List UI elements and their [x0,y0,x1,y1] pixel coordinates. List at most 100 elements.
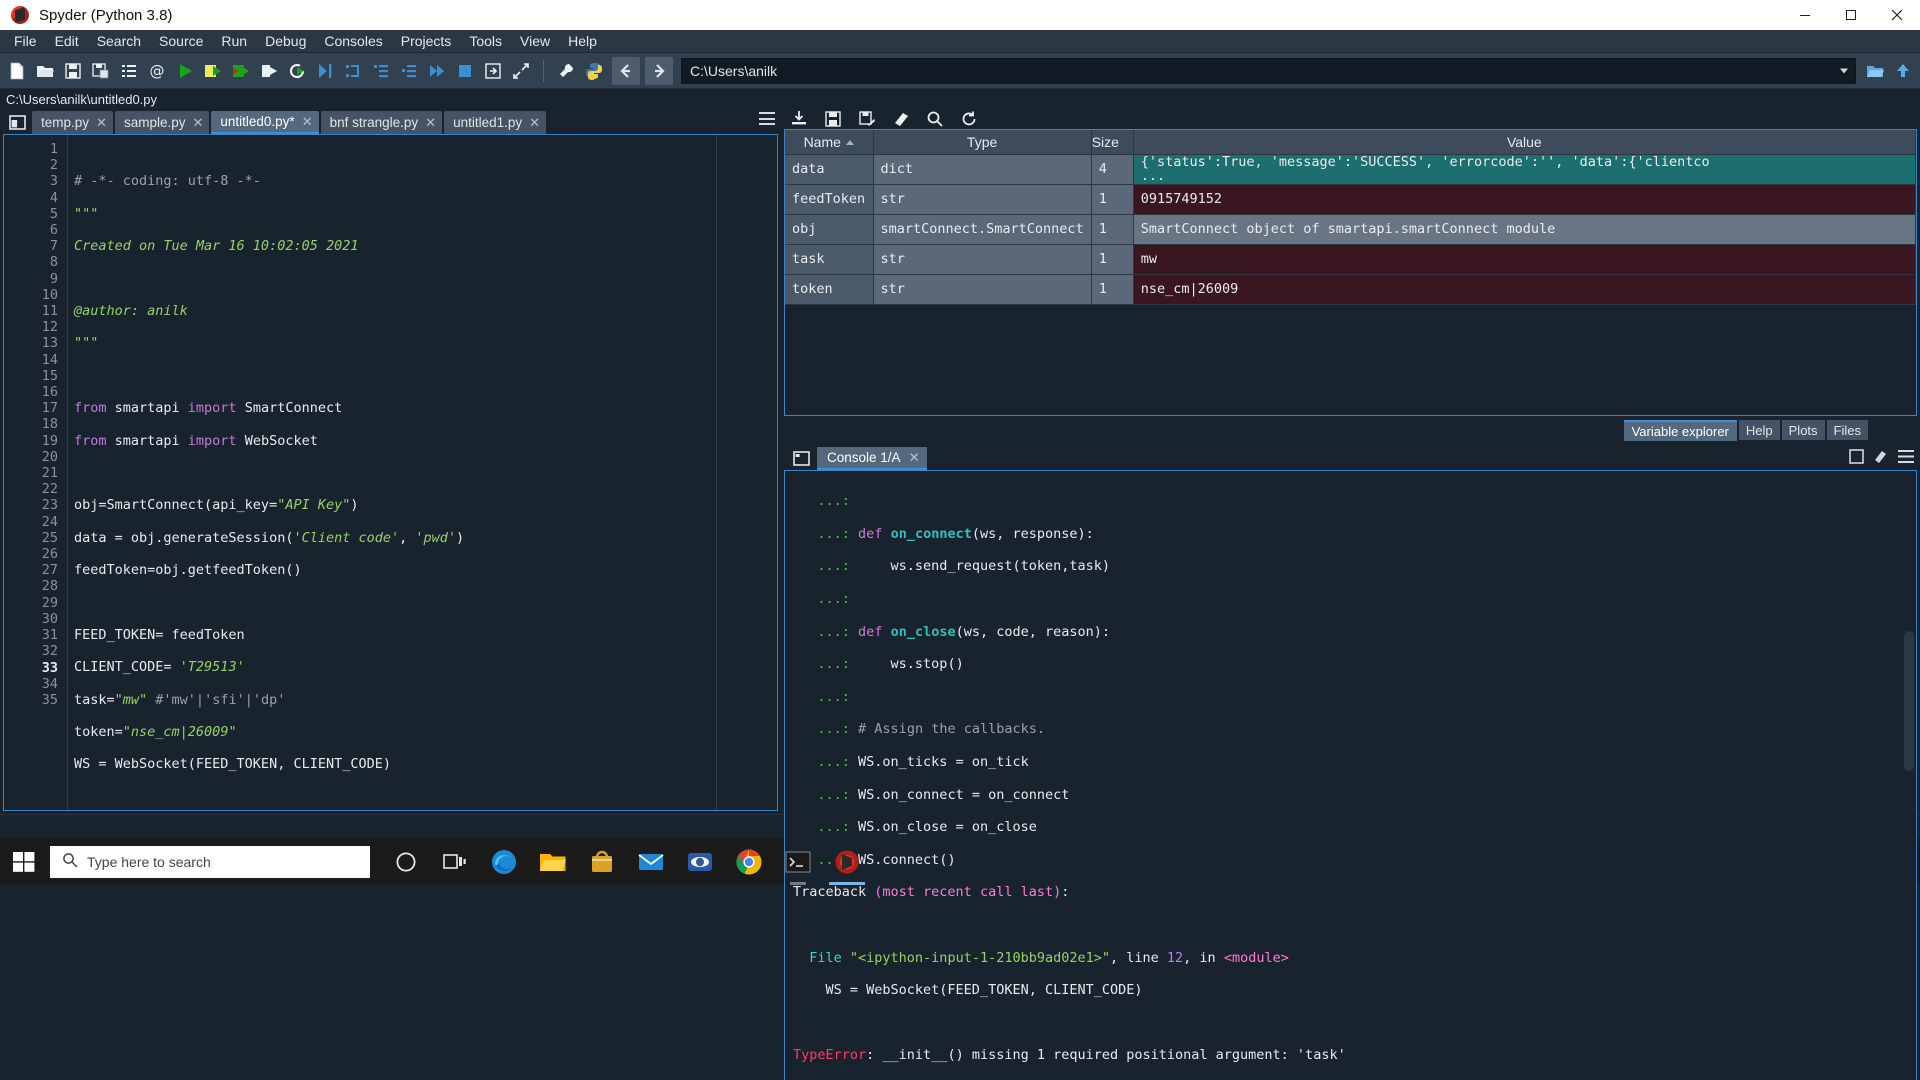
maximize-button[interactable] [1828,0,1874,30]
tab-help[interactable]: Help [1738,420,1780,440]
preferences-icon[interactable] [553,57,579,85]
console-pane-icon[interactable] [789,447,813,469]
menu-source[interactable]: Source [150,31,212,51]
table-row[interactable]: task str 1 mw [785,244,1916,275]
editor-options-icon[interactable] [759,112,775,125]
run-selection-icon[interactable] [256,57,282,85]
search-input[interactable]: Type here to search [50,845,370,878]
table-row[interactable]: obj smartConnect.SmartConnect 1 SmartCon… [785,214,1916,245]
parent-directory-icon[interactable] [1890,57,1916,85]
close-icon[interactable]: ✕ [96,115,107,131]
task-view-icon[interactable] [433,838,477,885]
code-editor[interactable]: 1 2 3 4 5 6 7 8 9 10 11 12 13 14 15 16 17 18 19 20 21 22 23 24 2… [3,134,778,811]
google-chrome-icon[interactable] [727,838,771,885]
debug-continue-icon[interactable] [424,57,450,85]
console-tab-1a[interactable]: Console 1/A ✕ [817,447,927,470]
windows-start-icon[interactable] [0,838,48,885]
debug-step-into-icon[interactable] [368,57,394,85]
debug-file-icon[interactable] [312,57,338,85]
open-directory-icon[interactable] [1862,57,1888,85]
file-switcher-icon[interactable] [116,57,142,85]
menu-edit[interactable]: Edit [46,31,88,51]
close-button[interactable] [1874,0,1920,30]
command-prompt-icon[interactable] [776,838,820,885]
menu-help[interactable]: Help [559,31,606,51]
editor-tab-temp-py[interactable]: temp.py ✕ [32,111,113,134]
menu-search[interactable]: Search [88,31,150,51]
variable-value[interactable]: 0915749152 [1133,184,1916,215]
open-file-icon[interactable] [32,57,58,85]
editor-pane-icon[interactable] [5,111,29,133]
editor-tab-sample-py[interactable]: sample.py ✕ [114,111,210,134]
microsoft-store-icon[interactable] [580,838,624,885]
save-data-as-icon[interactable] [857,109,877,129]
new-file-icon[interactable] [4,57,30,85]
run-cell-icon[interactable] [200,57,226,85]
spyder-icon[interactable] [825,838,869,885]
tab-files[interactable]: Files [1826,420,1868,440]
variable-value[interactable]: nse_cm|26009 [1133,274,1916,305]
file-explorer-icon[interactable] [531,838,575,885]
back-arrow-icon[interactable] [612,56,640,85]
rerun-cell-icon[interactable] [284,57,310,85]
run-cell-advance-icon[interactable] [228,57,254,85]
save-data-icon[interactable] [823,109,843,129]
menu-projects[interactable]: Projects [392,31,461,51]
maximize-pane-icon[interactable] [480,57,506,85]
console-scrollbar[interactable] [1904,631,1914,771]
menu-consoles[interactable]: Consoles [315,31,391,51]
editor-tab-bnf-strangle-py[interactable]: bnf strangle.py ✕ [320,111,443,134]
save-all-icon[interactable] [88,57,114,85]
menu-tools[interactable]: Tools [460,31,511,51]
variable-value[interactable]: SmartConnect object of smartapi.smartCon… [1133,214,1916,245]
console-output[interactable]: ...: ...: def on_connect(ws, response): … [784,470,1917,1080]
import-data-icon[interactable] [789,109,809,129]
close-icon[interactable]: ✕ [302,114,313,130]
close-icon[interactable]: ✕ [529,115,540,131]
debug-stop-icon[interactable] [452,57,478,85]
variable-explorer-table[interactable]: Name Type Size Value data dict 4 {'statu… [784,129,1917,416]
save-file-icon[interactable] [60,57,86,85]
debug-step-return-icon[interactable] [396,57,422,85]
menu-debug[interactable]: Debug [256,31,315,51]
editor-tab-untitled0-py[interactable]: untitled0.py* ✕ [211,111,319,134]
tab-variable-explorer[interactable]: Variable explorer [1623,420,1737,441]
column-header-size[interactable]: Size [1091,130,1134,155]
microsoft-edge-icon[interactable] [482,838,526,885]
table-row[interactable]: token str 1 nse_cm|26009 [785,274,1916,305]
code-text-area[interactable]: # -*- coding: utf-8 -*- """ Created on T… [68,135,777,810]
search-variable-icon[interactable] [925,109,945,129]
remove-all-variables-icon[interactable] [891,109,911,129]
working-directory-input[interactable]: C:\Users\anilk [681,57,1856,84]
table-row[interactable]: data dict 4 {'status':True, 'message':'S… [785,154,1916,185]
minimize-button[interactable] [1782,0,1828,30]
menu-run[interactable]: Run [212,31,256,51]
console-options-icon[interactable] [1898,450,1914,466]
run-file-icon[interactable] [172,57,198,85]
debug-step-over-icon[interactable] [340,57,366,85]
table-row[interactable]: feedToken str 1 0915749152 [785,184,1916,215]
stop-icon[interactable] [1849,449,1864,467]
forward-arrow-icon[interactable] [645,56,673,85]
fullscreen-icon[interactable] [508,57,534,85]
close-icon[interactable]: ✕ [425,115,436,131]
column-header-type[interactable]: Type [873,130,1092,155]
pythonpath-manager-icon[interactable] [581,57,607,85]
find-symbol-icon[interactable]: @ [144,57,170,85]
mail-icon[interactable] [629,838,673,885]
refresh-icon[interactable] [959,109,979,129]
column-header-name[interactable]: Name [785,130,874,155]
column-header-value[interactable]: Value [1133,130,1916,155]
variable-value[interactable]: {'status':True, 'message':'SUCCESS', 'er… [1133,154,1916,185]
cortana-icon[interactable] [384,838,428,885]
close-icon[interactable]: ✕ [909,450,920,466]
variable-value[interactable]: mw [1133,244,1916,275]
menu-view[interactable]: View [511,31,559,51]
menu-file[interactable]: File [5,31,46,51]
chevron-down-icon[interactable] [1840,68,1848,73]
remove-all-icon[interactable] [1873,449,1889,467]
tab-plots[interactable]: Plots [1781,420,1825,440]
editor-tab-untitled1-py[interactable]: untitled1.py ✕ [444,111,547,134]
zerodha-kite-icon[interactable] [678,838,722,885]
close-icon[interactable]: ✕ [192,115,203,131]
